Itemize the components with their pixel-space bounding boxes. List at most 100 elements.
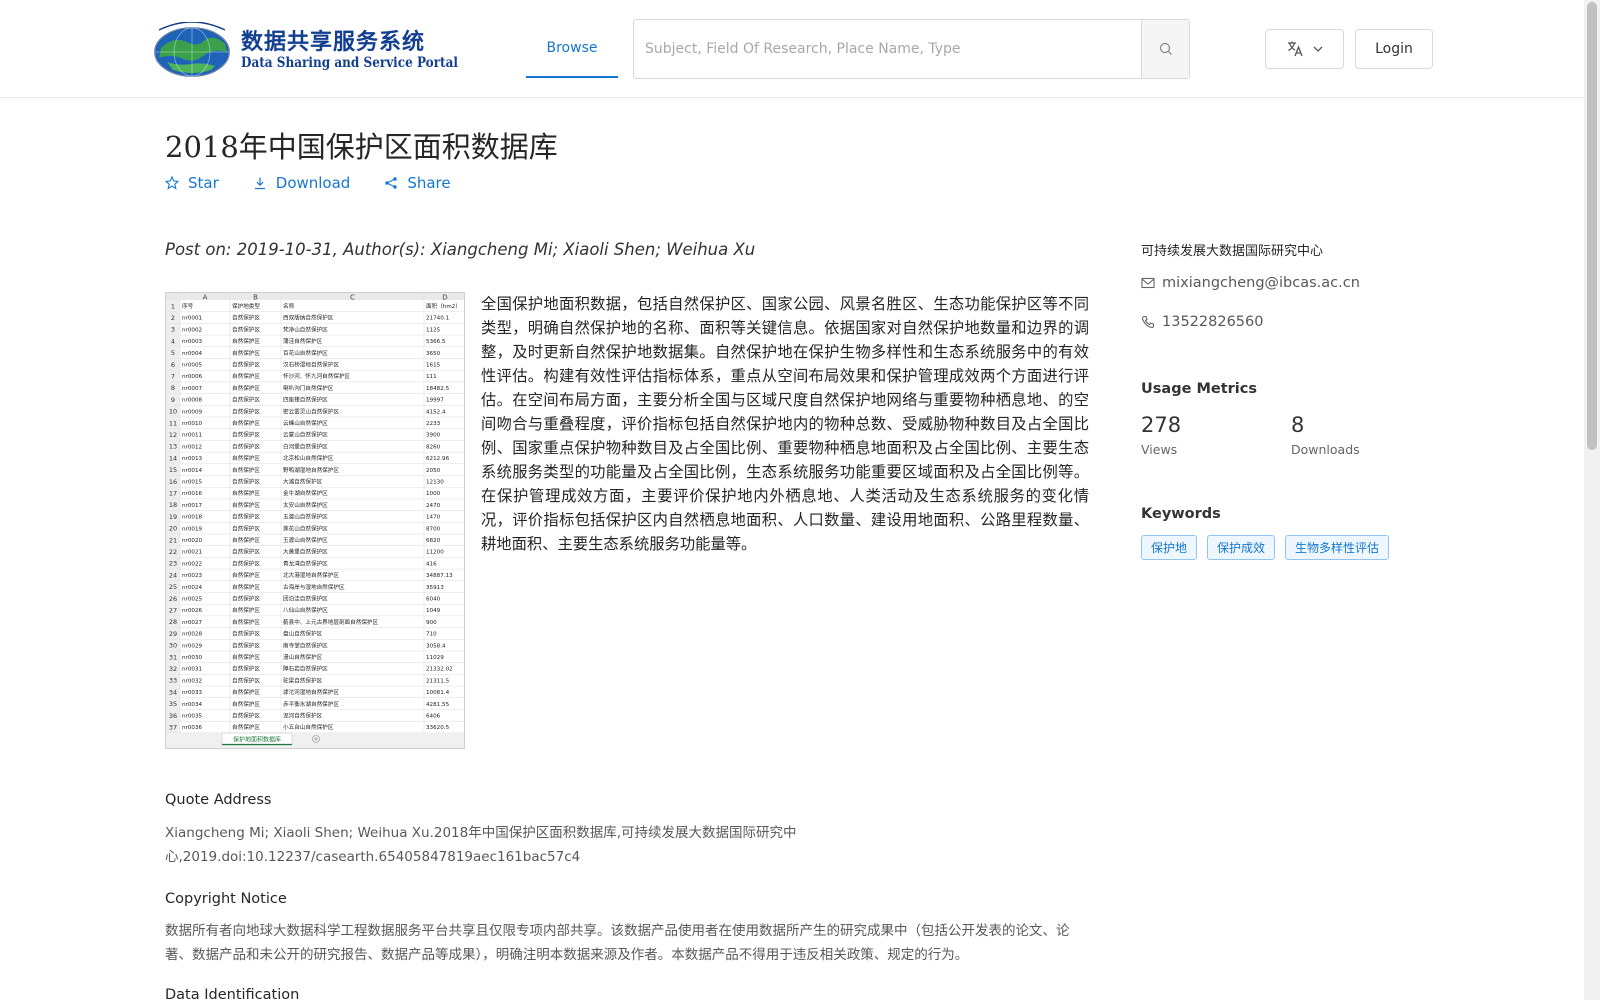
sheet-cell: 2233: [426, 421, 441, 427]
sheet-cell: 自然保护区: [232, 513, 260, 521]
sheet-cell: 自然保护区: [232, 630, 260, 638]
sheet-cell: 900: [426, 620, 437, 626]
download-label: Download: [275, 174, 351, 192]
data-identification-title: Data Identification: [165, 987, 300, 1000]
sheet-cell: 滹沱河湿地自然保护区: [283, 688, 339, 696]
mail-icon: [1141, 277, 1155, 289]
keyword-tag[interactable]: 生物多样性评估: [1285, 535, 1390, 560]
sheet-row-number: 20: [169, 525, 177, 533]
sheet-cell: 自然保护区: [232, 712, 260, 720]
sheet-cell: 玉渡山自然保护区: [283, 536, 328, 544]
sheet-cell: 北京松山自然保护区: [283, 454, 334, 462]
sheet-cell: 34887.13: [426, 573, 453, 579]
sheet-cell: 障石岩自然保护区: [283, 665, 328, 673]
search-icon: [1159, 42, 1172, 55]
sheet-cell: 团泊洼自然保护区: [283, 595, 328, 603]
sheet-cell: 名称: [283, 302, 295, 310]
sheet-row-number: 32: [169, 665, 177, 673]
nav-browse-tab[interactable]: Browse: [526, 18, 618, 78]
phone-icon: [1141, 315, 1155, 329]
sheet-cell: 白河堡自然保护区: [283, 442, 328, 450]
keyword-tag[interactable]: 保护地: [1141, 535, 1198, 560]
share-label: Share: [407, 174, 451, 192]
sheet-cell: nr0005: [182, 363, 203, 369]
sheet-cell: nr0004: [182, 351, 203, 357]
share-button[interactable]: Share: [384, 174, 451, 192]
sheet-cell: nr0027: [182, 620, 203, 626]
sheet-cell: 自然保护区: [232, 583, 260, 591]
sheet-cell: 8260: [426, 444, 441, 450]
sheet-cell: 青龙湾自然保护区: [283, 559, 328, 567]
sheet-cell: 自然保护区: [232, 606, 260, 614]
sheet-cell: 漫山自然保护区: [283, 653, 323, 661]
sheet-cell: nr0001: [182, 316, 203, 322]
sheet-row-number: 24: [169, 571, 177, 579]
sheet-cell: nr0032: [182, 678, 202, 684]
sheet-cell: 自然保护区: [232, 372, 260, 380]
sheet-row-number: 11: [169, 419, 177, 427]
sheet-cell: 大黄堡自然保护区: [283, 548, 328, 556]
dataset-preview-image[interactable]: A B C D 1 序号 保护地类型 名称 面积（hm2） 2 nr0001 自然保护区 西双版纳自然保…: [165, 292, 465, 749]
sheet-row-number: 33: [169, 677, 177, 685]
sheet-row-number: 10: [169, 408, 177, 416]
sheet-cell: 序号: [182, 302, 194, 310]
dataset-title: 2018年中国保护区面积数据库: [165, 130, 558, 164]
scrollbar-thumb[interactable]: [1587, 2, 1597, 450]
sheet-cell: 5366.5: [426, 339, 446, 345]
sheet-row-number: 28: [169, 618, 177, 626]
sheet-cell: 古海岸与湿地自然保护区: [283, 583, 345, 591]
sheet-cell: 怀沙河、怀九河自然保护区: [283, 372, 351, 380]
sheet-cell: nr0036: [182, 725, 203, 731]
sheet-cell: 自然保护区: [232, 407, 260, 415]
language-switcher[interactable]: [1265, 29, 1344, 69]
sheet-column-letter: D: [442, 294, 447, 302]
sheet-cell: nr0023: [182, 573, 203, 579]
contact-email[interactable]: mixiangcheng@ibcas.ac.cn: [1141, 275, 1360, 291]
star-button[interactable]: Star: [165, 174, 219, 192]
organization-name: 可持续发展大数据国际研究中心: [1141, 244, 1324, 259]
download-button[interactable]: Download: [253, 174, 351, 192]
sheet-row-number: 16: [169, 478, 177, 486]
phone-text: 13522826560: [1162, 314, 1264, 330]
sheet-column-letter: B: [253, 294, 258, 302]
sheet-cell: 自然保护区: [232, 548, 260, 556]
chevron-down-icon: [1313, 46, 1322, 52]
search-button[interactable]: [1141, 20, 1189, 78]
sheet-cell: 10081.4: [426, 690, 450, 696]
sheet-cell: 喇叭沟门自然保护区: [283, 384, 334, 392]
download-icon: [254, 177, 265, 190]
post-meta: Post on: 2019-10-31, Author(s): Xiangche…: [165, 240, 756, 259]
sheet-cell: 小五台山自然保护区: [283, 723, 334, 731]
sheet-cell: 4281.55: [426, 702, 450, 708]
sheet-cell: nr0033: [182, 690, 203, 696]
sheet-row-number: 34: [169, 688, 177, 696]
sheet-cell: nr0020: [182, 538, 203, 544]
sheet-cell: 自然保护区: [232, 466, 260, 474]
sheet-cell: 云峰山自然保护区: [283, 419, 328, 427]
sheet-cell: 云蒙山自然保护区: [283, 431, 328, 439]
downloads-count: 8: [1291, 413, 1305, 437]
contact-phone[interactable]: 13522826560: [1141, 314, 1263, 330]
sheet-cell: 盘山自然保护区: [283, 630, 323, 638]
sheet-cell: 6406: [426, 714, 441, 720]
sheet-cell: 21740.1: [426, 316, 450, 322]
sheet-cell: 4152.4: [426, 409, 446, 415]
sheet-cell: 自然保护区: [232, 501, 260, 509]
sheet-cell: 111: [426, 374, 437, 380]
search-input[interactable]: [634, 20, 1141, 78]
keyword-tag[interactable]: 保护成效: [1207, 535, 1276, 560]
sheet-cell: 6820: [426, 538, 441, 544]
quote-address-text: Xiangcheng Mi; Xiaoli Shen; Weihua Xu.20…: [165, 825, 797, 865]
sheet-tab-label: 保护地面积数据库: [233, 736, 281, 744]
sheet-cell: 33620.5: [426, 725, 450, 731]
login-button[interactable]: Login: [1355, 29, 1433, 69]
copyright-text: 数据所有者向地球大数据科学工程数据服务平台共享且仅限专项内部共享。该数据产品使用…: [165, 923, 1070, 963]
sheet-cell: 自然保护区: [232, 536, 260, 544]
sheet-cell: nr0015: [182, 480, 203, 486]
sheet-cell: 自然保护区: [232, 595, 260, 603]
site-logo[interactable]: 数据共享服务系统 Data Sharing and Service Portal: [153, 22, 458, 78]
downloads-label: Downloads: [1291, 442, 1360, 457]
page-scrollbar[interactable]: [1584, 0, 1600, 1000]
sheet-cell: nr0030: [182, 655, 203, 661]
sheet-cell: 18482.5: [426, 386, 450, 392]
